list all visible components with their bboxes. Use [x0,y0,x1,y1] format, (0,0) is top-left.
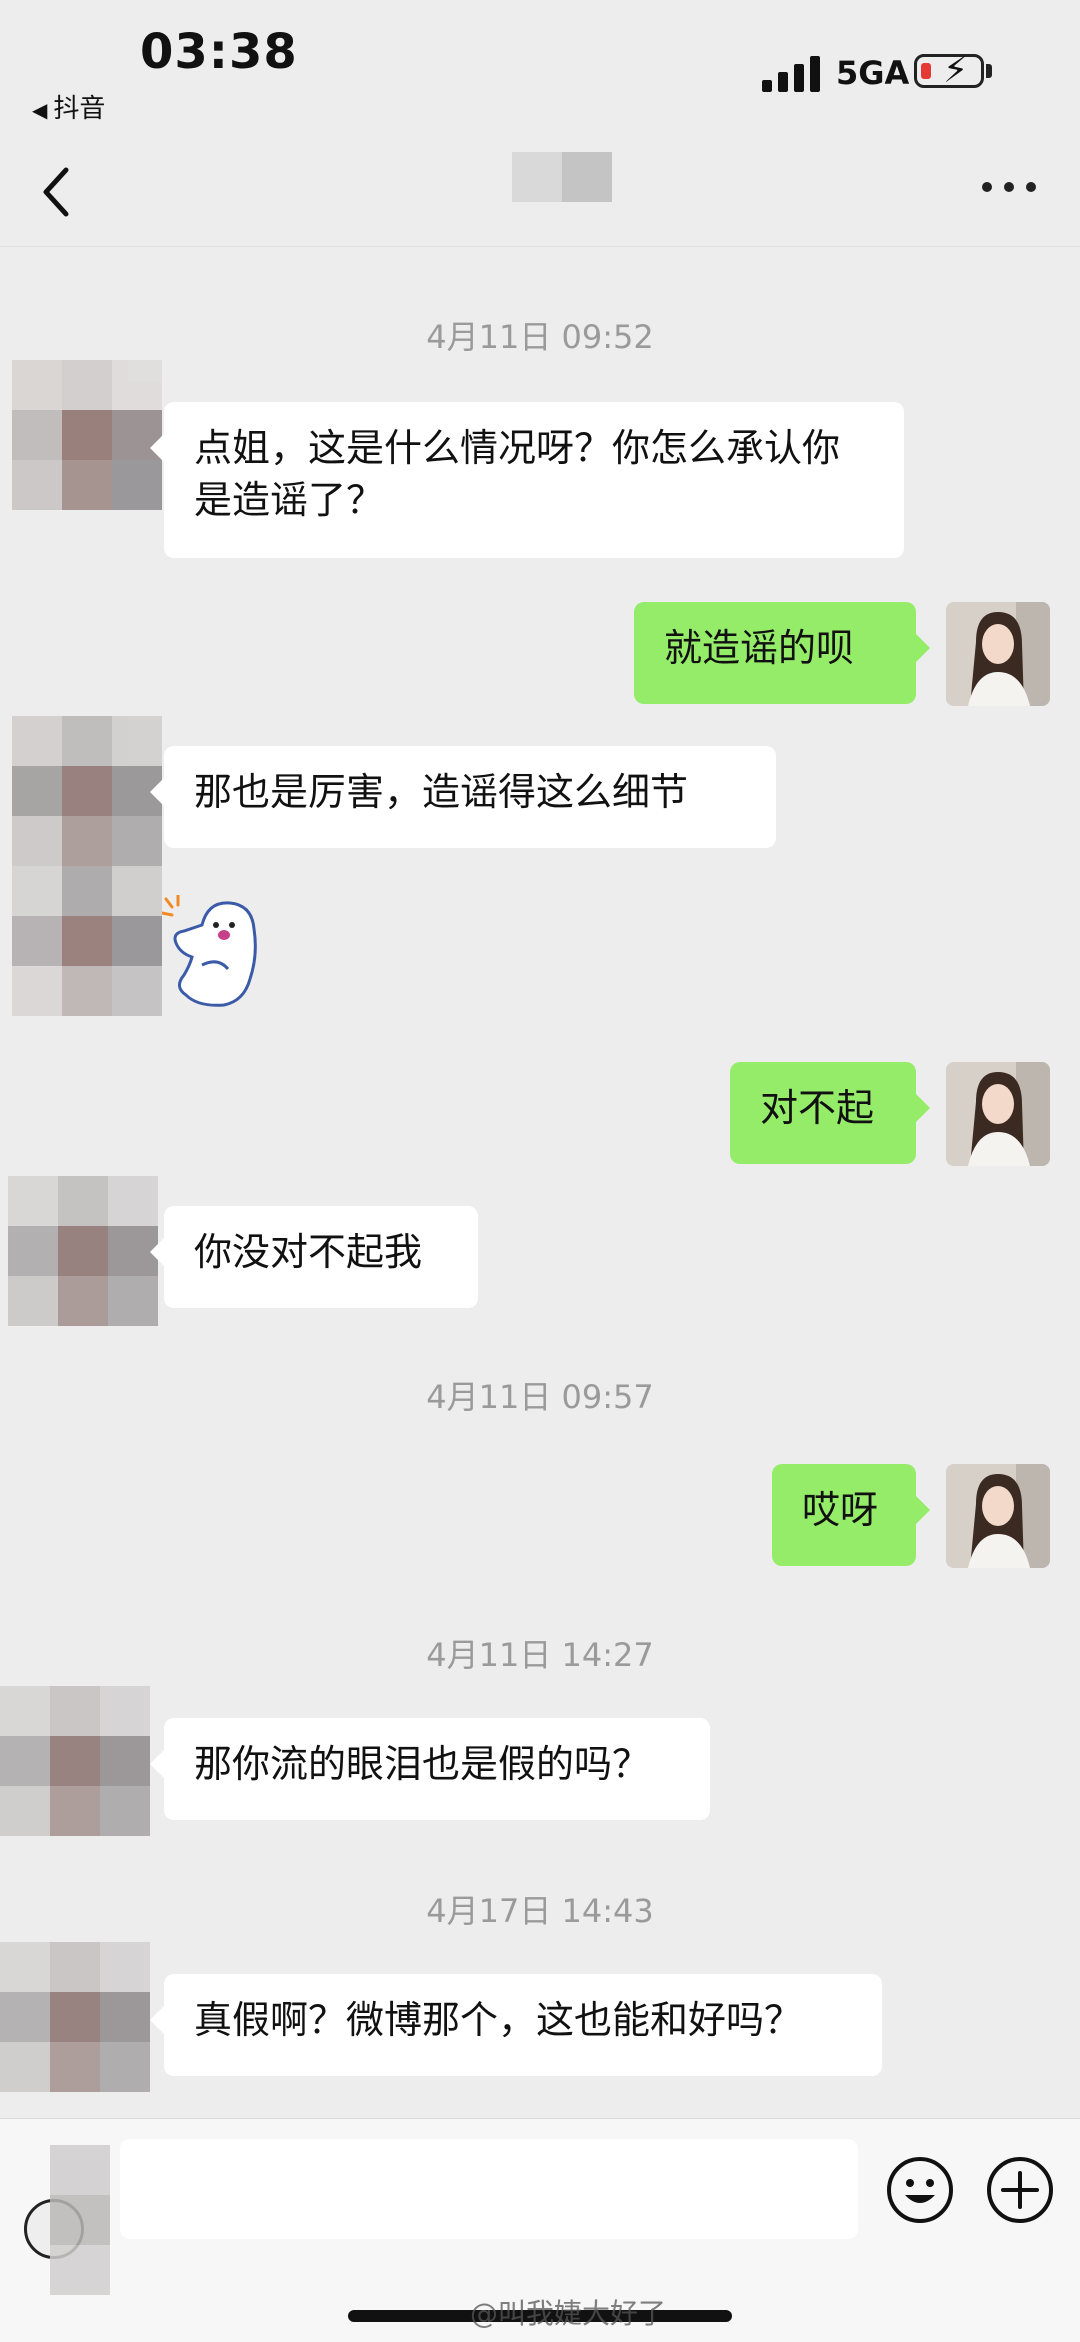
chat-header [0,140,1080,247]
message-timestamp: 4月11日 09:57 [426,1378,654,1416]
sticker-image[interactable] [162,895,287,1015]
chat-bubble-incoming[interactable]: 那也是厉害，造谣得这么细节 [150,746,776,848]
chat-bubble-incoming[interactable]: 真假啊？微博那个，这也能和好吗？ [150,1974,882,2076]
avatar[interactable] [0,1686,150,1836]
avatar-self[interactable] [946,1062,1050,1166]
chat-bubble-outgoing[interactable]: 对不起 [730,1062,930,1164]
user-photo-icon [946,602,1050,706]
network-type: 5GA [836,54,910,92]
plus-circle-icon[interactable] [985,2155,1055,2225]
avatar-self[interactable] [946,1464,1050,1568]
chat-bubble-incoming[interactable]: 那你流的眼泪也是假的吗？ [150,1718,710,1820]
message-timestamp: 4月17日 14:43 [426,1892,654,1930]
chat-bubble-incoming[interactable]: 你没对不起我 [150,1206,478,1308]
more-dots-icon[interactable] [982,182,1042,196]
user-photo-icon [946,1062,1050,1166]
avatar[interactable] [8,1176,158,1326]
avatar[interactable] [0,1942,150,2092]
back-app-label: 抖音 [53,94,106,124]
battery-icon: ⚡ [914,50,984,91]
message-timestamp: 4月11日 09:52 [426,318,654,356]
avatar-self[interactable] [946,602,1050,706]
avatar-overlay-mosaic [50,2145,110,2295]
back-triangle-icon: ◀ [32,98,48,122]
back-to-app-link[interactable]: ◀ 抖音 [32,88,105,125]
chat-bubble-incoming[interactable]: 点姐，这是什么情况呀？你怎么承认你是造谣了？ [150,402,904,558]
status-bar: 03:38 ◀ 抖音 5GA ⚡ [0,0,1080,140]
message-timestamp: 4月11日 14:27 [426,1636,654,1674]
user-photo-icon [946,1464,1050,1568]
signal-icon [762,56,822,92]
avatar[interactable] [12,716,162,1016]
charging-bolt-icon: ⚡ [943,50,969,91]
avatar[interactable] [12,360,162,510]
weibo-watermark: @叫我婕大好了 [470,2297,667,2330]
emoji-icon[interactable] [885,2155,955,2225]
chat-bubble-outgoing[interactable]: 就造谣的呗 [634,602,930,704]
chat-bubble-outgoing[interactable]: 哎呀 [772,1464,930,1566]
contact-name-mosaic [512,152,612,202]
chevron-left-icon[interactable] [36,162,76,222]
message-input[interactable] [120,2139,858,2239]
status-time: 03:38 [140,24,298,80]
